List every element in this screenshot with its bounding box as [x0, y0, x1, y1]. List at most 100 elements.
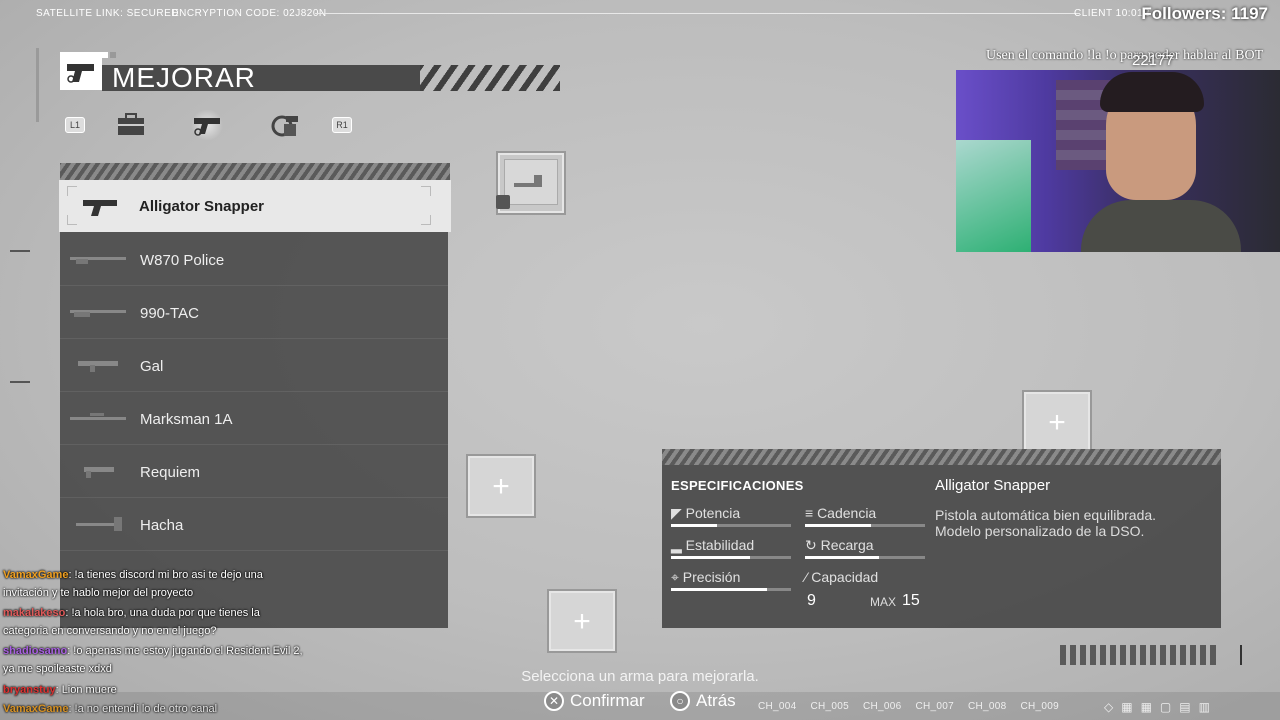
tab-briefcase[interactable] [114, 110, 148, 140]
channel-label: CH_009 [1020, 701, 1059, 712]
stat-label: Cadencia [817, 505, 877, 521]
l1-button[interactable]: L1 [65, 117, 85, 133]
capacity-max: 15 [902, 592, 920, 609]
title-dot [110, 52, 116, 58]
weapon-name: Alligator Snapper [139, 198, 265, 215]
left-accent-line [36, 48, 39, 122]
stat-fill [671, 556, 751, 559]
part-slot-empty[interactable]: + [1022, 390, 1092, 454]
selection-corner [67, 186, 77, 196]
stat-precision: ⌖ Precisión [671, 569, 740, 586]
cube-icon: ◇ [1104, 700, 1114, 714]
weapon-row-hacha[interactable]: Hacha [60, 499, 448, 551]
top-status-bar: SATELLITE LINK: SECURED ENCRYPTION CODE:… [0, 0, 1280, 28]
plus-icon: + [492, 470, 510, 503]
weapon-name: 990-TAC [140, 305, 199, 322]
part-icon [514, 175, 542, 187]
stability-icon: ▂ [671, 537, 686, 553]
grenade-launcher-icon [271, 115, 298, 137]
channel-label: CH_008 [968, 701, 1007, 712]
weapon-list: Alligator Snapper W870 Police 990-TAC Ga… [59, 180, 451, 628]
tab-launcher[interactable] [268, 110, 302, 140]
channel-label: CH_006 [863, 701, 902, 712]
selection-corner [421, 186, 431, 196]
shotgun-thumb-icon [70, 257, 126, 264]
weapon-row-w870-police[interactable]: W870 Police [60, 234, 448, 286]
stat-cadencia: ≡ Cadencia [805, 505, 876, 521]
selection-corner [421, 215, 431, 225]
channel-label: CH_007 [915, 701, 954, 712]
stat-fill [805, 524, 871, 527]
satellite-status: SATELLITE LINK: SECURED [36, 8, 180, 19]
precision-icon: ⌖ [671, 569, 683, 585]
firerate-icon: ≡ [805, 505, 818, 521]
axe-thumb-icon [76, 517, 122, 531]
chat-user: VamaxGame [3, 569, 69, 581]
chat-message: makalakeso: !a hola bro, una duda por qu… [3, 604, 303, 640]
smg-thumb-icon [78, 361, 118, 372]
rifle-thumb-icon [70, 413, 126, 420]
weapon-row-gal[interactable]: Gal [60, 340, 448, 392]
stat-capacidad: ⁄ Capacidad [805, 569, 878, 585]
trash-icon: ▥ [1198, 700, 1210, 714]
weapon-name: W870 Police [140, 252, 225, 269]
title-stripes [420, 65, 560, 91]
stream-caption: Usen el comando !la !o para poder hablar… [986, 48, 1264, 63]
stat-recarga: ↻ Recarga [805, 537, 874, 554]
side-marker [10, 381, 30, 383]
cross-button-icon: ✕ [544, 691, 564, 711]
channel-label: CH_004 [758, 701, 797, 712]
weapon-row-marksman-1a[interactable]: Marksman 1A [60, 393, 448, 445]
shotgun-thumb-icon [70, 310, 126, 317]
weapon-row-alligator-snapper[interactable]: Alligator Snapper [59, 180, 451, 232]
glitch-tick [1240, 645, 1242, 665]
weapon-row-990-tac[interactable]: 990-TAC [60, 287, 448, 339]
stat-potencia: ◤ Potencia [671, 505, 740, 522]
capacity-value: 9 [807, 592, 816, 609]
document-icon: ▤ [1179, 700, 1191, 714]
plus-icon: + [1048, 406, 1066, 439]
chat-message: VamaxGame: !a tienes discord mi bro asi … [3, 566, 303, 602]
power-icon: ◤ [671, 505, 686, 521]
weapon-row-requiem[interactable]: Requiem [60, 446, 448, 498]
stat-bar [671, 588, 791, 591]
spec-panel: ESPECIFICACIONES Alligator Snapper Pisto… [662, 465, 1221, 628]
stat-fill [805, 556, 880, 559]
circle-button-icon: ○ [670, 691, 690, 711]
grid-icon: ▦ [1121, 700, 1133, 714]
hint-text: Selecciona un arma para mejorarla. [521, 668, 759, 685]
stat-label: Estabilidad [685, 537, 755, 553]
capacity-max-label: MAX [870, 595, 897, 609]
stat-bar [805, 524, 925, 527]
r1-button[interactable]: R1 [332, 117, 352, 133]
upgrade-icon-box [60, 52, 102, 90]
encryption-code: ENCRYPTION CODE: 02J820N [172, 8, 327, 19]
stat-fill [671, 524, 717, 527]
followers-counter: Followers: 1197 [1141, 4, 1268, 23]
confirm-label: Confirmar [570, 691, 645, 710]
stat-label: Precisión [682, 569, 741, 585]
back-action[interactable]: ○ Atrás [670, 691, 736, 711]
part-slot-empty[interactable]: + [547, 589, 617, 653]
client-clock: CLIENT 10:01B [1074, 8, 1151, 19]
status-divider [315, 13, 1080, 14]
spec-description: Pistola automática bien equilibrada. Mod… [935, 507, 1157, 539]
selection-corner [67, 215, 77, 225]
system-icons: ◇ ▦ ▦ ▢ ▤ ▥ [1104, 700, 1210, 714]
page-title: MEJORAR [112, 62, 256, 93]
weapon-name: Hacha [140, 517, 184, 534]
streamer-shirt [1081, 200, 1241, 252]
stat-estabilidad: ▂ Estabilidad [671, 537, 754, 554]
tab-handgun[interactable] [190, 110, 224, 140]
spec-header-stripe [662, 449, 1221, 465]
stat-fill [671, 588, 767, 591]
back-label: Atrás [696, 691, 736, 710]
spec-weapon-name: Alligator Snapper [935, 477, 1051, 494]
confirm-action[interactable]: ✕ Confirmar [544, 691, 645, 711]
side-marker [10, 250, 30, 252]
weapon-name: Requiem [140, 464, 201, 481]
channel-label: CH_005 [810, 701, 849, 712]
chat-user: makalakeso [3, 607, 66, 619]
part-slot-equipped[interactable] [496, 151, 566, 215]
part-slot-empty[interactable]: + [466, 454, 536, 518]
